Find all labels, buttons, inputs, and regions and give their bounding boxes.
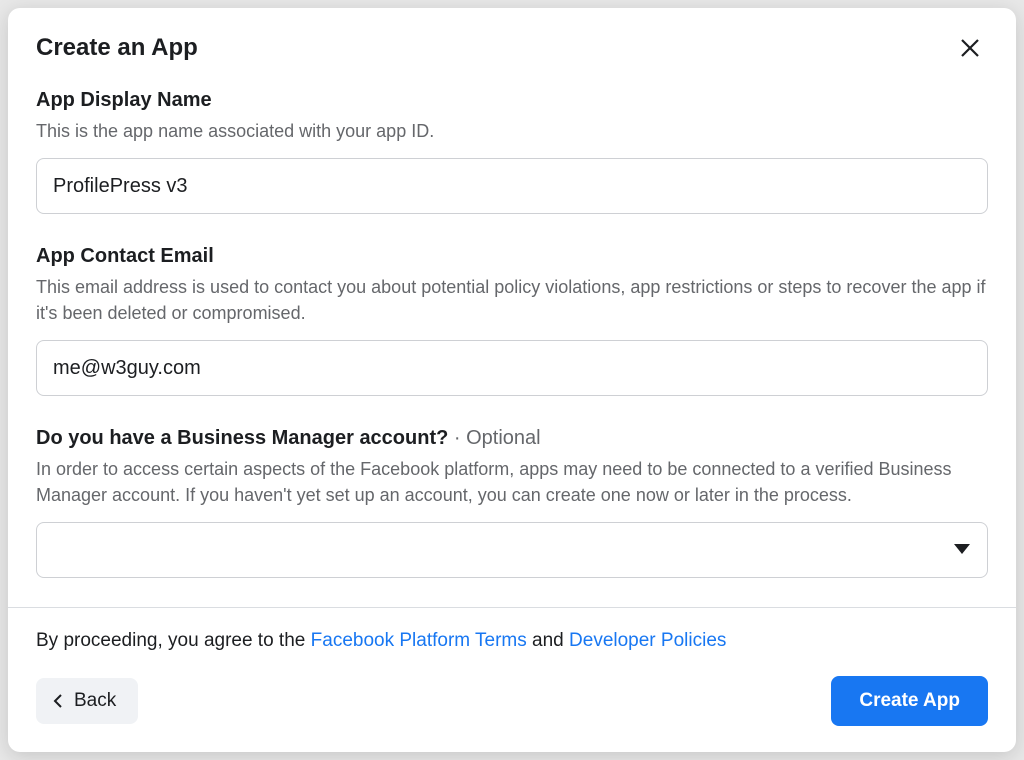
back-button-label: Back	[74, 690, 116, 712]
modal-title: Create an App	[36, 34, 198, 62]
business-manager-description: In order to access certain aspects of th…	[36, 456, 988, 508]
chevron-left-icon	[50, 693, 66, 709]
terms-and: and	[527, 630, 569, 651]
close-icon	[958, 36, 982, 60]
business-manager-label: Do you have a Business Manager account? …	[36, 424, 988, 452]
platform-terms-link[interactable]: Facebook Platform Terms	[311, 630, 527, 651]
optional-tag: · Optional	[448, 427, 540, 449]
business-manager-group: Do you have a Business Manager account? …	[36, 424, 988, 578]
contact-email-input[interactable]	[36, 340, 988, 396]
app-name-label: App Display Name	[36, 86, 988, 114]
modal-body: App Display Name This is the app name as…	[8, 74, 1016, 607]
developer-policies-link[interactable]: Developer Policies	[569, 630, 726, 651]
modal-footer: By proceeding, you agree to the Facebook…	[8, 607, 1016, 752]
close-button[interactable]	[952, 30, 988, 66]
business-manager-select[interactable]	[36, 522, 988, 578]
business-manager-label-text: Do you have a Business Manager account?	[36, 427, 448, 449]
app-name-input[interactable]	[36, 158, 988, 214]
create-app-modal: Create an App App Display Name This is t…	[8, 8, 1016, 752]
create-app-button[interactable]: Create App	[831, 676, 988, 726]
button-row: Back Create App	[36, 676, 988, 726]
contact-email-description: This email address is used to contact yo…	[36, 274, 988, 326]
terms-prefix: By proceeding, you agree to the	[36, 630, 311, 651]
back-button[interactable]: Back	[36, 678, 138, 724]
business-manager-select-wrapper	[36, 522, 988, 578]
contact-email-group: App Contact Email This email address is …	[36, 242, 988, 396]
app-name-description: This is the app name associated with you…	[36, 118, 988, 144]
terms-text: By proceeding, you agree to the Facebook…	[36, 630, 988, 652]
app-name-group: App Display Name This is the app name as…	[36, 86, 988, 214]
modal-header: Create an App	[8, 8, 1016, 74]
contact-email-label: App Contact Email	[36, 242, 988, 270]
